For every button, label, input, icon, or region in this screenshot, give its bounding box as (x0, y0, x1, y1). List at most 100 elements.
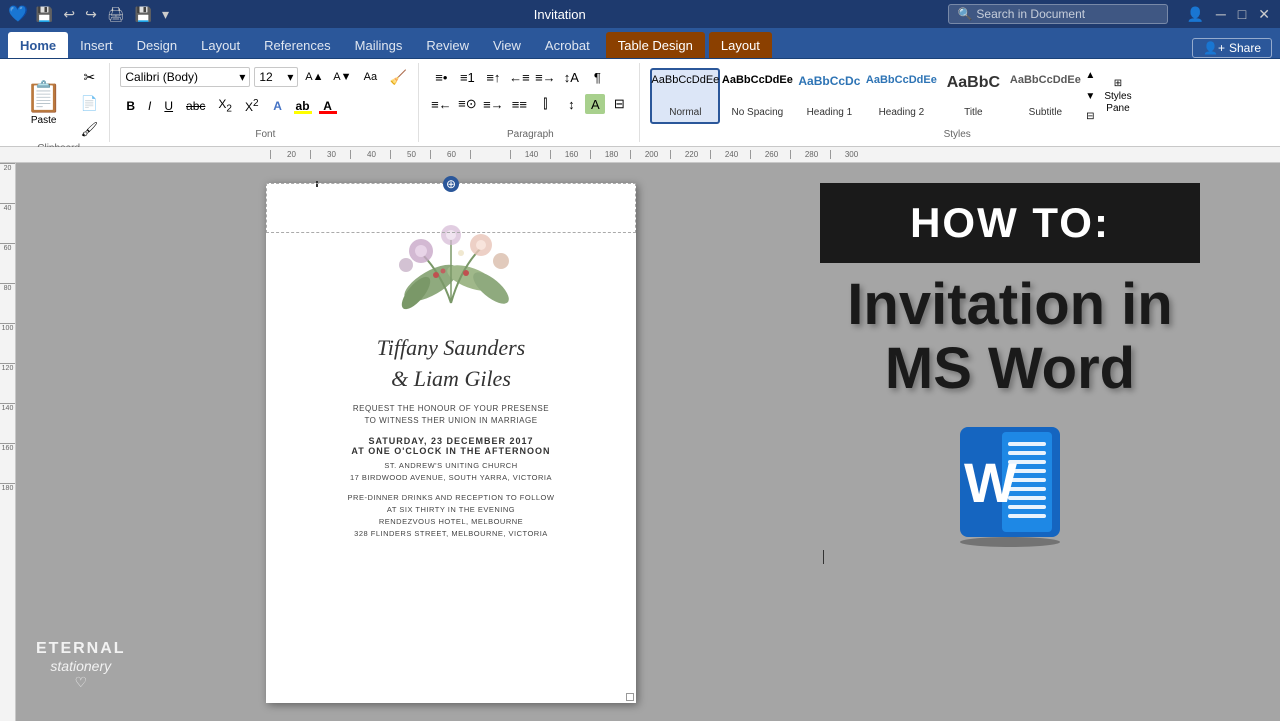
ruler-marks: 20 30 40 50 60 140 160 180 200 220 240 2… (270, 150, 870, 159)
how-to-box: HOW TO: (820, 183, 1200, 263)
clipboard-tools: 📋 Paste ✂ 📄 🖌 (16, 65, 101, 141)
align-right-btn[interactable]: ≡→ (481, 92, 505, 116)
ruler-mark: 20 (270, 150, 310, 159)
align-left-btn[interactable]: ≡← (429, 92, 453, 116)
underline-button[interactable]: U (158, 97, 179, 115)
style-no-spacing[interactable]: AaBbCcDdEe No Spacing (722, 68, 792, 124)
tab-review[interactable]: Review (414, 32, 481, 58)
maximize-btn[interactable]: □ (1236, 6, 1248, 22)
paragraph-label: Paragraph (429, 127, 631, 140)
decrease-font-btn[interactable]: A▼ (330, 65, 354, 89)
overlay-title: Invitation in MS Word (820, 273, 1200, 401)
tab-acrobat[interactable]: Acrobat (533, 32, 602, 58)
subscript-button[interactable]: X2 (212, 95, 238, 116)
justify-btn[interactable]: ≡≡ (507, 92, 531, 116)
qat-more[interactable]: ▾ (160, 6, 171, 23)
styles-scroll[interactable]: ▲ ▼ ⊟ (1082, 68, 1098, 124)
copy-button[interactable]: 📄 (77, 91, 101, 115)
invitation-reception: PRE-DINNER DRINKS AND RECEPTION TO FOLLO… (348, 492, 555, 540)
qat-save[interactable]: 💾 (34, 6, 55, 23)
clear-format-btn[interactable]: 🧹 (386, 65, 410, 89)
increase-font-btn[interactable]: A▲ (302, 65, 326, 89)
font-size-arrow: ▾ (287, 70, 293, 84)
font-format-row: B I U abc X2 X2 A ab A (120, 94, 339, 118)
overlay-panel: HOW TO: Invitation in MS Word W (740, 163, 1280, 721)
move-handle[interactable]: ⊕ (443, 176, 459, 192)
paste-button[interactable]: 📋 Paste (16, 75, 71, 131)
qat-redo[interactable]: ↪ (83, 6, 99, 23)
italic-button[interactable]: I (142, 97, 157, 115)
columns-btn[interactable]: ⫿ (533, 92, 557, 116)
qat-print[interactable]: 🖨 (105, 6, 127, 23)
ruler-mark: 200 (630, 150, 670, 159)
tab-bar: Home Insert Design Layout References Mai… (0, 28, 1280, 58)
bold-button[interactable]: B (120, 97, 141, 115)
search-bar[interactable]: 🔍 (948, 4, 1168, 24)
font-label: Font (120, 127, 410, 140)
share-button[interactable]: 👤+ Share (1192, 38, 1272, 58)
close-btn[interactable]: ✕ (1256, 6, 1272, 23)
style-title[interactable]: AaBbC Title (938, 68, 1008, 124)
font-name-dropdown[interactable]: Calibri (Body) ▾ (120, 67, 250, 87)
font-color-btn[interactable]: A (316, 96, 340, 116)
watermark-line2: stationery (36, 658, 126, 674)
tab-view[interactable]: View (481, 32, 533, 58)
style-h1-label: Heading 1 (807, 107, 853, 118)
tab-insert[interactable]: Insert (68, 32, 125, 58)
borders-btn[interactable]: ⊟ (607, 92, 631, 116)
style-heading-1[interactable]: AaBbCcDc Heading 1 (794, 68, 864, 124)
style-heading-2[interactable]: AaBbCcDdEe Heading 2 (866, 68, 936, 124)
ruler-mark: 140 (510, 150, 550, 159)
change-case-btn[interactable]: Aa (358, 65, 382, 89)
line-spacing-btn[interactable]: ↕ (559, 92, 583, 116)
ruler-mark: 280 (790, 150, 830, 159)
tab-table-layout[interactable]: Layout (709, 32, 772, 58)
styles-label: Styles (650, 127, 1264, 140)
document-canvas[interactable]: ⊕ (16, 163, 1280, 721)
style-subtitle[interactable]: AaBbCcDdEe Subtitle (1010, 68, 1080, 124)
font-size-dropdown[interactable]: 12 ▾ (254, 67, 298, 87)
superscript-button[interactable]: X2 (239, 96, 265, 116)
page-resize-handle[interactable] (626, 693, 634, 701)
sort-btn[interactable]: ↕A (559, 65, 583, 89)
tab-references[interactable]: References (252, 32, 342, 58)
qat-save-as[interactable]: 💾 (133, 6, 154, 23)
tab-home[interactable]: Home (8, 32, 68, 58)
show-hide-btn[interactable]: ¶ (585, 65, 609, 89)
svg-text:W: W (964, 451, 1017, 514)
tab-layout[interactable]: Layout (189, 32, 252, 58)
multilevel-btn[interactable]: ≡↑ (481, 65, 505, 89)
tab-table-design[interactable]: Table Design (606, 32, 705, 58)
styles-tools: AaBbCcDdEe Normal AaBbCcDdEe No Spacing … (650, 65, 1135, 127)
shading-btn[interactable]: A (585, 94, 605, 114)
search-input[interactable] (976, 7, 1156, 21)
tab-design[interactable]: Design (125, 32, 189, 58)
styles-pane-icon: ⊞ (1114, 78, 1122, 89)
strikethrough-button[interactable]: abc (180, 97, 211, 115)
styles-pane-button[interactable]: ⊞ StylesPane (1100, 74, 1135, 119)
ruler-mark: 30 (310, 150, 350, 159)
horizontal-ruler: 20 30 40 50 60 140 160 180 200 220 240 2… (0, 147, 1280, 163)
qat-undo[interactable]: ↩ (61, 6, 77, 23)
style-subtitle-preview: AaBbCcDdEe (1010, 74, 1081, 86)
watermark-line1: ETERNAL (36, 640, 126, 658)
numbering-btn[interactable]: ≡1 (455, 65, 479, 89)
text-effect-btn[interactable]: A (266, 94, 290, 118)
bullets-btn[interactable]: ≡• (429, 65, 453, 89)
style-normal-label: Normal (669, 107, 701, 118)
increase-indent-btn[interactable]: ≡→ (533, 65, 557, 89)
title-bar-right: 🔍 👤 ─ □ ✕ (948, 4, 1272, 24)
align-center-btn[interactable]: ≡⊙ (455, 92, 479, 116)
ruler-mark: 40 (350, 150, 390, 159)
cut-button[interactable]: ✂ (77, 65, 101, 89)
style-normal[interactable]: AaBbCcDdEe Normal (650, 68, 720, 124)
highlight-btn[interactable]: ab (291, 96, 315, 116)
format-painter-button[interactable]: 🖌 (77, 117, 101, 141)
document-page[interactable]: ⊕ (266, 183, 636, 703)
style-normal-preview: AaBbCcDdEe (651, 74, 719, 86)
tab-mailings[interactable]: Mailings (343, 32, 415, 58)
account-icon[interactable]: 👤 (1184, 6, 1205, 23)
style-h1-preview: AaBbCcDc (798, 74, 860, 88)
decrease-indent-btn[interactable]: ←≡ (507, 65, 531, 89)
minimize-btn[interactable]: ─ (1214, 6, 1228, 22)
